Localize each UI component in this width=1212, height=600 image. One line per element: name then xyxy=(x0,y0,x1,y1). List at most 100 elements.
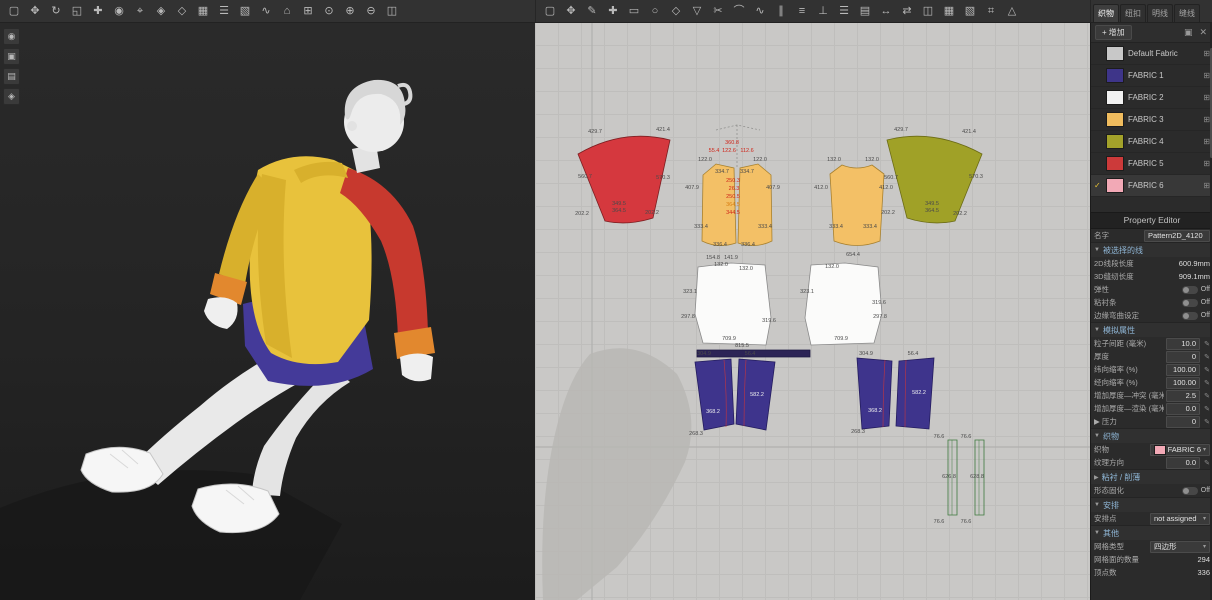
circle-tool-icon[interactable]: ○ xyxy=(645,2,665,20)
zoom-out-icon[interactable]: ⊖ xyxy=(361,2,381,20)
fabric-row[interactable]: Default Fabric ⊞ xyxy=(1091,43,1212,65)
pe-section-header[interactable]: ▼ 模拟属性 xyxy=(1091,322,1212,337)
panel-tab-2[interactable]: 纽扣 xyxy=(1120,4,1146,22)
fabric-row[interactable]: FABRIC 2 ⊞ xyxy=(1091,87,1212,109)
show-avatar-icon[interactable]: ◉ xyxy=(3,28,20,45)
symmetry-tool-icon[interactable]: ⇄ xyxy=(897,2,917,20)
pe-input[interactable]: 0 xyxy=(1166,415,1200,428)
measure-tool-icon[interactable]: ☰ xyxy=(214,2,234,20)
fabric-row[interactable]: FABRIC 1 ⊞ xyxy=(1091,65,1212,87)
seam-tool-icon[interactable]: ≡ xyxy=(792,2,812,20)
scale-tool-icon[interactable]: ◱ xyxy=(67,2,87,20)
pe-dropdown[interactable]: not assigned ▾ xyxy=(1150,512,1210,525)
scissors-tool-icon[interactable]: ✂ xyxy=(708,2,728,20)
pe-dropdown[interactable]: 四边形 ▾ xyxy=(1150,540,1210,553)
fold-tool-icon[interactable]: ◇ xyxy=(172,2,192,20)
bodice-front-right[interactable] xyxy=(737,163,773,246)
move-tool-icon[interactable]: ✥ xyxy=(25,2,45,20)
shorts-purple-1[interactable] xyxy=(694,358,735,431)
edit-icon[interactable]: ✎ xyxy=(1202,459,1210,467)
fabric-row[interactable]: FABRIC 3 ⊞ xyxy=(1091,109,1212,131)
transform-tool-icon[interactable]: ▢ xyxy=(540,2,560,20)
pe-toggle[interactable]: Off xyxy=(1181,311,1210,320)
copy-fabric-icon[interactable]: ▣ xyxy=(1182,27,1195,38)
zoom-in-icon[interactable]: ⊕ xyxy=(340,2,360,20)
notch-tool-icon[interactable]: ∥ xyxy=(771,2,791,20)
panel-tab-4[interactable]: 缝线 xyxy=(1174,4,1200,22)
pe-toggle[interactable]: Off xyxy=(1181,285,1210,294)
edit-icon[interactable]: ✎ xyxy=(1202,366,1210,374)
pe-input[interactable]: 100.00 xyxy=(1166,363,1200,376)
show-garment-icon[interactable]: ▣ xyxy=(3,48,20,65)
pe-input[interactable]: 10.0 xyxy=(1166,337,1200,350)
wind-tool-icon[interactable]: ∿ xyxy=(256,2,276,20)
pe-section-header[interactable]: ▼ 其他 xyxy=(1091,525,1212,540)
fabric-row[interactable]: ✓ FABRIC 6 ⊞ xyxy=(1091,175,1212,197)
shorts-front-white-right[interactable] xyxy=(804,262,883,346)
fabric-settings-icon[interactable]: ⊞ xyxy=(1203,49,1210,58)
panel-tab-3[interactable]: 明线 xyxy=(1147,4,1173,22)
fabric-settings-icon[interactable]: ⊞ xyxy=(1203,181,1210,190)
mesh-tool-icon[interactable]: ⌗ xyxy=(981,2,1001,20)
viewport-2d[interactable]: 429.7 421.4 560.7 570.3 349.5 364.5 202.2 202.2… xyxy=(535,22,1090,600)
fabric-settings-icon[interactable]: ⊞ xyxy=(1203,159,1210,168)
fabric-settings-icon[interactable]: ⊞ xyxy=(1203,115,1210,124)
unfold-tool-icon[interactable]: ◫ xyxy=(918,2,938,20)
texture-tool-icon[interactable]: ▧ xyxy=(235,2,255,20)
light-view-icon[interactable]: ⊙ xyxy=(319,2,339,20)
bodice-back[interactable] xyxy=(829,164,885,246)
rotate-tool-icon[interactable]: ↻ xyxy=(46,2,66,20)
segment-sew-icon[interactable]: ⊥ xyxy=(813,2,833,20)
pe-section-header[interactable]: ▶ 粘衬 / 削薄 xyxy=(1091,469,1212,484)
pe-input[interactable]: 100.00 xyxy=(1166,376,1200,389)
edit-point-tool-icon[interactable]: ✎ xyxy=(582,2,602,20)
fabric-settings-icon[interactable]: ⊞ xyxy=(1203,93,1210,102)
pe-input[interactable]: 0.0 xyxy=(1166,456,1200,469)
arrange-tool-icon[interactable]: ⌖ xyxy=(130,2,150,20)
add-point-tool-icon[interactable]: ✚ xyxy=(603,2,623,20)
add-fabric-button[interactable]: + 增加 xyxy=(1095,24,1132,40)
library-icon[interactable]: ▤ xyxy=(3,68,20,85)
curve-tool-icon[interactable]: ⌒ xyxy=(729,2,749,20)
trace-tool-icon[interactable]: ∿ xyxy=(750,2,770,20)
pe-toggle[interactable]: Off xyxy=(1181,298,1210,307)
viewport-3d[interactable]: ◉ ▣ ▤ ◈ xyxy=(0,22,535,600)
edit-icon[interactable]: ✎ xyxy=(1202,353,1210,361)
edit-icon[interactable]: ✎ xyxy=(1202,418,1210,426)
gizmo-tool-icon[interactable]: ◈ xyxy=(151,2,171,20)
free-sew-icon[interactable]: ☰ xyxy=(834,2,854,20)
edit-pattern-tool-icon[interactable]: ✥ xyxy=(561,2,581,20)
pe-toggle[interactable]: Off xyxy=(1181,486,1210,495)
grain-tool-icon[interactable]: ↔ xyxy=(876,2,896,20)
fabric-row[interactable]: FABRIC 5 ⊞ xyxy=(1091,153,1212,175)
pattern-name-field[interactable]: Pattern2D_4120 xyxy=(1144,229,1210,242)
fit-view-icon[interactable]: ◫ xyxy=(382,2,402,20)
edit-icon[interactable]: ✎ xyxy=(1202,379,1210,387)
pleat-tool-icon[interactable]: ▤ xyxy=(855,2,875,20)
pe-section-header[interactable]: ▼ 安排 xyxy=(1091,497,1212,512)
home-view-icon[interactable]: ⌂ xyxy=(277,2,297,20)
texture-2d-tool-icon[interactable]: ▧ xyxy=(960,2,980,20)
delete-fabric-icon[interactable]: ✕ xyxy=(1197,27,1209,38)
rectangle-tool-icon[interactable]: ▭ xyxy=(624,2,644,20)
shorts-purple-3[interactable] xyxy=(856,357,893,430)
grading-tool-icon[interactable]: ▦ xyxy=(939,2,959,20)
panel-tab-1[interactable]: 织物 xyxy=(1093,4,1119,22)
select-tool-icon[interactable]: ▢ xyxy=(4,2,24,20)
polygon-tool-icon[interactable]: ◇ xyxy=(666,2,686,20)
pe-section-header[interactable]: ▼ 被选择的线 xyxy=(1091,242,1212,257)
pe-section-header[interactable]: ▼ 织物 xyxy=(1091,428,1212,443)
annotation-tool-icon[interactable]: △ xyxy=(1002,2,1022,20)
dart-tool-icon[interactable]: ▽ xyxy=(687,2,707,20)
bookmark-icon[interactable]: ◈ xyxy=(3,88,20,105)
pe-input[interactable]: 0.0 xyxy=(1166,402,1200,415)
grid-view-icon[interactable]: ⊞ xyxy=(298,2,318,20)
fabric-settings-icon[interactable]: ⊞ xyxy=(1203,71,1210,80)
avatar-tool-icon[interactable]: ◉ xyxy=(109,2,129,20)
fabric-row[interactable]: FABRIC 4 ⊞ xyxy=(1091,131,1212,153)
shorts-front-white-left[interactable] xyxy=(694,262,772,346)
edit-icon[interactable]: ✎ xyxy=(1202,405,1210,413)
pe-fabric-dropdown[interactable]: FABRIC 6 ▾ xyxy=(1149,443,1210,456)
pin-tool-icon[interactable]: ✚ xyxy=(88,2,108,20)
pe-input[interactable]: 2.5 xyxy=(1166,389,1200,402)
